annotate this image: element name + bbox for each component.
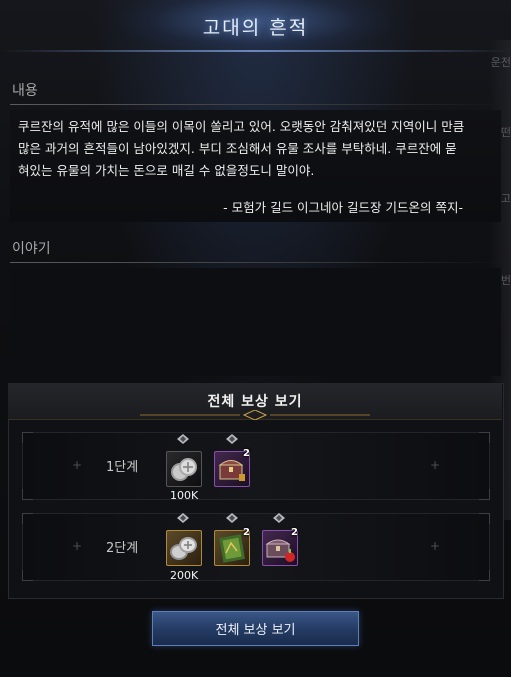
grade-diamond-icon (273, 513, 285, 523)
tier-label: 1단계 (106, 460, 139, 475)
story-section-label: 이야기 (12, 241, 51, 257)
reward-item-treasure-chest[interactable]: 2 (262, 527, 298, 566)
plus-ornament-icon: + (430, 458, 441, 472)
ornament-icon (140, 410, 370, 420)
reward-item-map-scroll[interactable]: 2 (214, 527, 250, 566)
plus-ornament-icon: + (430, 539, 441, 553)
grade-diamond-icon (177, 434, 189, 444)
reward-item-silver-coin[interactable] (166, 530, 202, 566)
plus-ornament-icon: + (72, 539, 83, 553)
tier-label: 2단계 (106, 541, 139, 556)
content-section-divider (10, 104, 501, 105)
reward-item-silver-coin[interactable] (166, 451, 202, 487)
item-count-badge: 2 (243, 448, 250, 459)
grade-diamond-icon (177, 513, 189, 523)
content-section-label: 내용 (12, 83, 38, 99)
plus-ornament-icon: + (72, 458, 83, 472)
content-text: 쿠르잔의 유적에 많은 이들의 이목이 쏠리고 있어. 오랫동안 감춰져있던 지… (18, 119, 465, 178)
item-quantity: 200K (170, 569, 199, 582)
grade-diamond-icon (226, 434, 238, 444)
reward-item-treasure-chest[interactable]: 2 (214, 448, 250, 487)
reward-tier-row (22, 513, 490, 581)
reward-panel-title: 전체 보상 보기 (207, 394, 303, 410)
reward-tier-row (22, 432, 490, 500)
content-signature: - 모험가 길드 이그네아 길드장 기드온의 쪽지- (223, 200, 463, 215)
item-count-badge: 2 (291, 527, 298, 538)
item-quantity: 100K (170, 489, 199, 502)
header-divider (0, 50, 511, 52)
item-count-badge: 2 (243, 527, 250, 538)
page-title: 고대의 흔적 (202, 16, 309, 39)
view-all-rewards-button[interactable]: 전체 보상 보기 (152, 611, 359, 646)
side-fragment-text: 운전 (490, 56, 511, 69)
grade-diamond-icon (226, 513, 238, 523)
story-box (10, 268, 501, 376)
story-section-divider (10, 262, 501, 263)
silver-coin-icon (170, 537, 197, 560)
silver-coin-icon (171, 458, 197, 481)
window-header: 고대의 흔적 (0, 0, 511, 52)
